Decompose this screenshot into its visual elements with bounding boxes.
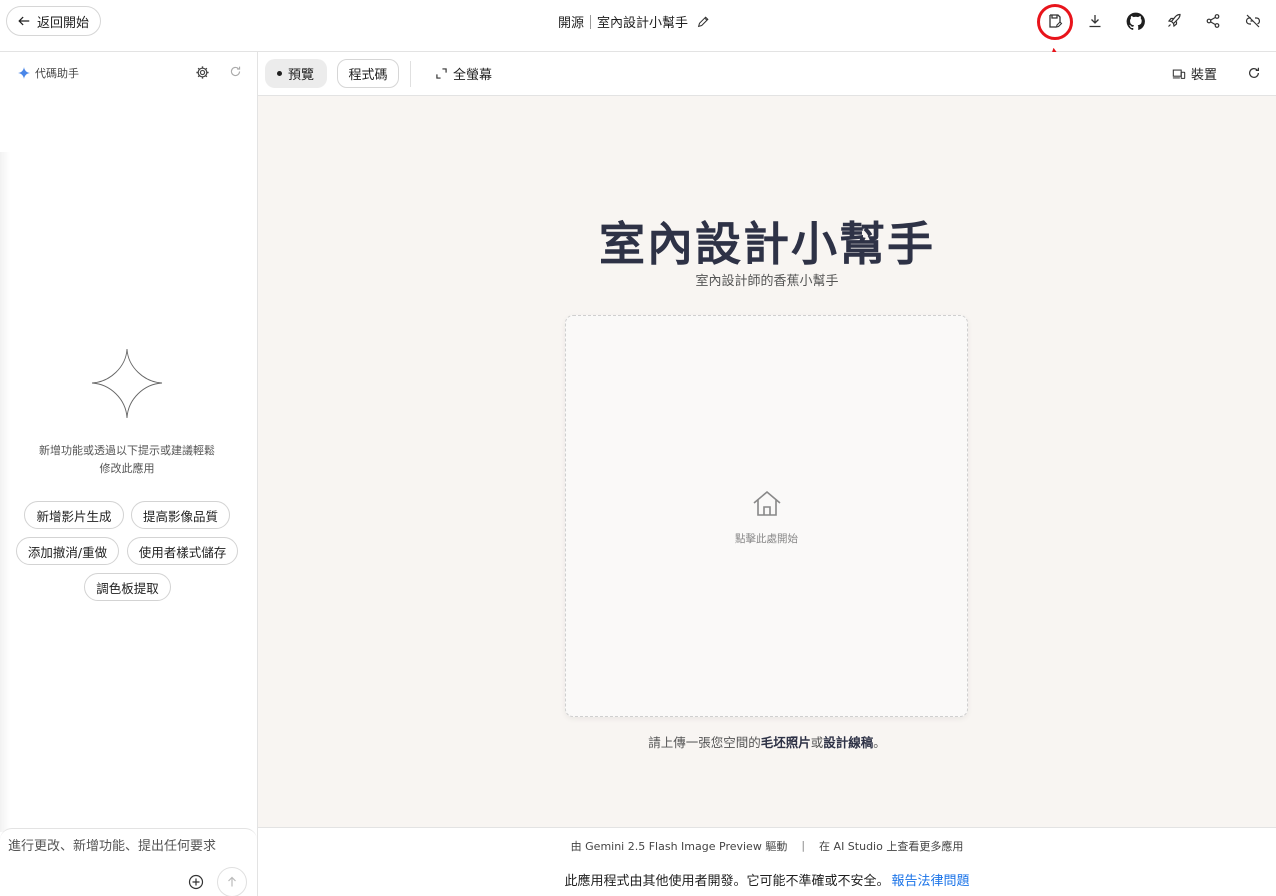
hint-line-1: 新增功能或透過以下提示或建議輕鬆 <box>39 444 215 457</box>
suggestion-chip[interactable]: 使用者樣式儲存 <box>127 537 238 565</box>
chat-input-area <box>0 828 257 896</box>
fullscreen-button[interactable]: 全螢幕 <box>436 59 492 88</box>
tab-preview[interactable]: 預覽 <box>265 59 327 88</box>
chat-input[interactable] <box>8 839 248 854</box>
upload-prompt: 點擊此處開始 <box>735 533 798 545</box>
sparkle-icon <box>91 348 163 419</box>
arrow-up-icon <box>228 876 236 887</box>
active-dot <box>277 71 282 76</box>
fullscreen-icon <box>436 68 447 79</box>
report-legal-link[interactable]: 報告法律問題 <box>892 870 970 889</box>
add-circle-icon[interactable] <box>188 874 204 890</box>
suggestion-chip[interactable]: 添加撤消/重做 <box>16 537 119 565</box>
home-icon <box>753 490 781 516</box>
fullscreen-label: 全螢幕 <box>453 68 493 83</box>
download-icon <box>1089 15 1101 28</box>
app-title: 室內設計小幫手 <box>599 217 935 271</box>
back-button-label: 返回開始 <box>37 15 90 31</box>
share-icon <box>1206 14 1220 28</box>
breadcrumb: 開源 室內設計小幫手 <box>558 12 710 31</box>
hint-line-2: 修改此應用 <box>99 462 155 475</box>
app-subtitle: 室內設計師的香蕉小幫手 <box>695 274 839 289</box>
disclaimer-footer: 此應用程式由其他使用者開發。它可能不準確或不安全。 報告法律問題 <box>258 863 1276 896</box>
powered-by-text: 由 Gemini 2.5 Flash Image Preview 驅動 <box>570 839 788 853</box>
footer-separator: | <box>801 839 806 852</box>
download-button[interactable] <box>1084 10 1106 32</box>
rocket-icon <box>1167 13 1181 28</box>
device-button[interactable]: 裝置 <box>1172 59 1217 88</box>
hint-bold-line-draft: 設計線稿 <box>823 735 874 750</box>
refresh-icon[interactable] <box>1247 66 1261 80</box>
suggestion-hint: 新增功能或透過以下提示或建議輕鬆 修改此應用 <box>20 442 234 478</box>
sidebar-edge-shadow <box>0 152 10 832</box>
assistant-header: 代碼助手 <box>18 65 79 81</box>
disclaimer-text: 此應用程式由其他使用者開發。它可能不準確或不安全。 <box>564 874 890 889</box>
breadcrumb-divider <box>590 14 592 29</box>
toolbar-divider <box>410 61 411 87</box>
annotation-circle <box>1037 4 1073 40</box>
unlink-button[interactable] <box>1242 10 1264 32</box>
github-button[interactable] <box>1124 10 1146 32</box>
link-off-icon <box>1245 14 1260 28</box>
preview-label: 預覽 <box>288 68 315 83</box>
suggestion-chip[interactable]: 調色板提取 <box>84 573 171 601</box>
sparkle-icon <box>18 67 30 79</box>
breadcrumb-prefix: 開源 <box>558 16 585 31</box>
tab-code[interactable]: 程式碼 <box>337 59 399 88</box>
assistant-label: 代碼助手 <box>35 67 79 80</box>
hint-text: 或 <box>810 735 824 750</box>
device-label: 裝置 <box>1191 68 1218 83</box>
app-preview: 室內設計小幫手 室內設計師的香蕉小幫手 點擊此處開始 請上傳一張您空間的毛坯照片… <box>258 96 1276 827</box>
powered-by-footer: 由 Gemini 2.5 Flash Image Preview 驅動 | 在 … <box>258 827 1276 863</box>
app-name: 室內設計小幫手 <box>597 16 689 31</box>
main-toolbar: 預覽 程式碼 全螢幕 裝置 <box>258 52 1276 96</box>
arrow-left-icon <box>18 16 30 26</box>
deploy-button[interactable] <box>1163 10 1185 32</box>
more-apps-link[interactable]: 在 AI Studio 上查看更多應用 <box>819 838 963 854</box>
hint-bold-rough-photo: 毛坯照片 <box>760 735 811 750</box>
devices-icon <box>1172 69 1186 79</box>
share-button[interactable] <box>1202 10 1224 32</box>
github-icon <box>1126 12 1145 30</box>
suggestion-chip[interactable]: 新增影片生成 <box>24 501 124 529</box>
upload-dropzone[interactable]: 點擊此處開始 <box>565 315 968 717</box>
refresh-icon[interactable] <box>229 65 242 78</box>
pencil-icon[interactable] <box>696 15 710 29</box>
top-bar: 返回開始 開源 室內設計小幫手 <box>0 0 1276 121</box>
suggestion-chip[interactable]: 提高影像品質 <box>131 501 230 529</box>
hint-text: 。 <box>873 735 886 750</box>
code-assistant-sidebar: 代碼助手 新增功能或透過以下提示或建議輕鬆 修改此應用 新增影片生成 提高影像品… <box>0 52 258 896</box>
gear-icon[interactable] <box>195 65 210 80</box>
back-to-start-button[interactable]: 返回開始 <box>6 6 102 36</box>
send-button[interactable] <box>217 867 247 896</box>
hint-text: 請上傳一張您空間的 <box>648 735 761 750</box>
upload-hint: 請上傳一張您空間的毛坯照片或設計線稿。 <box>258 732 1276 751</box>
